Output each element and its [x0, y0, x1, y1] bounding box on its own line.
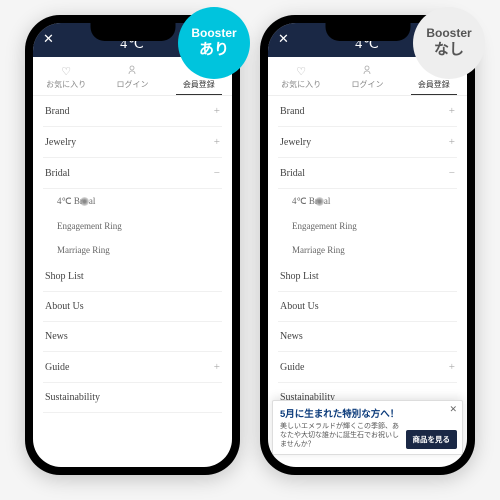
menu-news[interactable]: News	[43, 322, 222, 352]
tab-label: 会員登録	[183, 80, 215, 89]
minus-icon: −	[449, 167, 455, 179]
plus-icon: +	[449, 136, 455, 148]
booster-label: Booster	[191, 26, 236, 41]
tab-label: ログイン	[351, 80, 383, 89]
booster-off-badge: Booster なし	[413, 7, 485, 79]
tab-label: お気に入り	[281, 80, 321, 89]
popup-close-icon[interactable]: ✕	[449, 404, 457, 415]
submenu-4c-bridal[interactable]: 4℃ Bral	[278, 189, 457, 214]
tab-label: ログイン	[116, 80, 148, 89]
menu-shoplist[interactable]: Shop List	[278, 262, 457, 292]
close-icon[interactable]: ✕	[278, 31, 290, 47]
plus-icon: +	[214, 136, 220, 148]
tab-label: 会員登録	[418, 80, 450, 89]
phone-notch	[325, 23, 410, 41]
menu-jewelry[interactable]: Jewelry+	[278, 127, 457, 158]
menu-sustainability[interactable]: Sustainability	[43, 383, 222, 413]
menu-jewelry[interactable]: Jewelry+	[43, 127, 222, 158]
screen-right: ✕ 4℃ ♡ お気に入り ログイン ✎ 会員登録 Brand	[268, 23, 467, 467]
phone-frame-left: ✕ 4℃ ♡ お気に入り ログイン ✎ 会員登録 Brand	[25, 15, 240, 475]
menu-bridal[interactable]: Bridal−	[278, 158, 457, 189]
menu-brand[interactable]: Brand+	[43, 96, 222, 127]
plus-icon: +	[214, 105, 220, 117]
phone-notch	[90, 23, 175, 41]
popup-cta-button[interactable]: 商品を見る	[406, 430, 458, 449]
submenu-4c-bridal[interactable]: 4℃ Bral	[43, 189, 222, 214]
nav-menu: Brand+ Jewelry+ Bridal− 4℃ Bral Engageme…	[33, 96, 232, 413]
heart-icon: ♡	[268, 65, 334, 78]
close-icon[interactable]: ✕	[43, 31, 55, 47]
promo-popup: ✕ 5月に生まれた特別な方へ！ 美しいエメラルドが輝くこの季節、あなたや大切な誰…	[272, 400, 463, 455]
menu-shoplist[interactable]: Shop List	[43, 262, 222, 292]
person-icon	[334, 65, 400, 78]
submenu-engagement[interactable]: Engagement Ring	[43, 214, 222, 238]
heart-icon: ♡	[33, 65, 99, 78]
nav-menu: Brand+ Jewelry+ Bridal− 4℃ Bral Engageme…	[268, 96, 467, 413]
menu-guide[interactable]: Guide+	[43, 352, 222, 383]
booster-label: Booster	[426, 26, 471, 41]
submenu-marriage[interactable]: Marriage Ring	[278, 238, 457, 262]
booster-on-badge: Booster あり	[178, 7, 250, 79]
screen-left: ✕ 4℃ ♡ お気に入り ログイン ✎ 会員登録 Brand	[33, 23, 232, 467]
booster-state-on: あり	[199, 41, 229, 60]
menu-guide[interactable]: Guide+	[278, 352, 457, 383]
plus-icon: +	[214, 361, 220, 373]
booster-state-off: なし	[434, 41, 464, 60]
phone-frame-right: ✕ 4℃ ♡ お気に入り ログイン ✎ 会員登録 Brand	[260, 15, 475, 475]
minus-icon: −	[214, 167, 220, 179]
popup-title: 5月に生まれた特別な方へ！	[280, 406, 455, 420]
cursor-icon	[315, 197, 324, 206]
menu-news[interactable]: News	[278, 322, 457, 352]
tab-login[interactable]: ログイン	[99, 63, 165, 95]
tab-login[interactable]: ログイン	[334, 63, 400, 95]
plus-icon: +	[449, 105, 455, 117]
menu-about[interactable]: About Us	[278, 292, 457, 322]
submenu-marriage[interactable]: Marriage Ring	[43, 238, 222, 262]
person-icon	[99, 65, 165, 78]
tab-favorites[interactable]: ♡ お気に入り	[33, 63, 99, 95]
menu-brand[interactable]: Brand+	[278, 96, 457, 127]
tab-favorites[interactable]: ♡ お気に入り	[268, 63, 334, 95]
menu-about[interactable]: About Us	[43, 292, 222, 322]
submenu-engagement[interactable]: Engagement Ring	[278, 214, 457, 238]
menu-bridal[interactable]: Bridal−	[43, 158, 222, 189]
plus-icon: +	[449, 361, 455, 373]
tab-label: お気に入り	[46, 80, 86, 89]
cursor-icon	[80, 197, 89, 206]
